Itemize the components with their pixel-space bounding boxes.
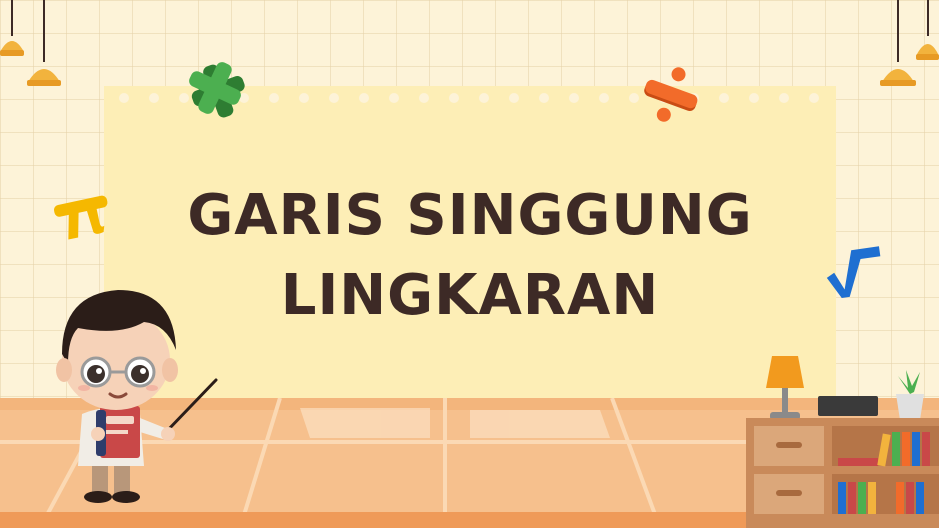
ceiling-lamp-icon xyxy=(880,0,939,86)
ceiling-lamp-icon xyxy=(0,0,61,86)
title-line-1: GARIS SINGGUNG xyxy=(187,183,753,248)
times-icon xyxy=(189,62,245,118)
divide-icon xyxy=(644,67,698,122)
slide-canvas: GARIS SINGGUNG LINGKARAN xyxy=(0,0,939,528)
bookshelf-icon xyxy=(746,396,939,528)
teacher-character xyxy=(56,290,218,503)
